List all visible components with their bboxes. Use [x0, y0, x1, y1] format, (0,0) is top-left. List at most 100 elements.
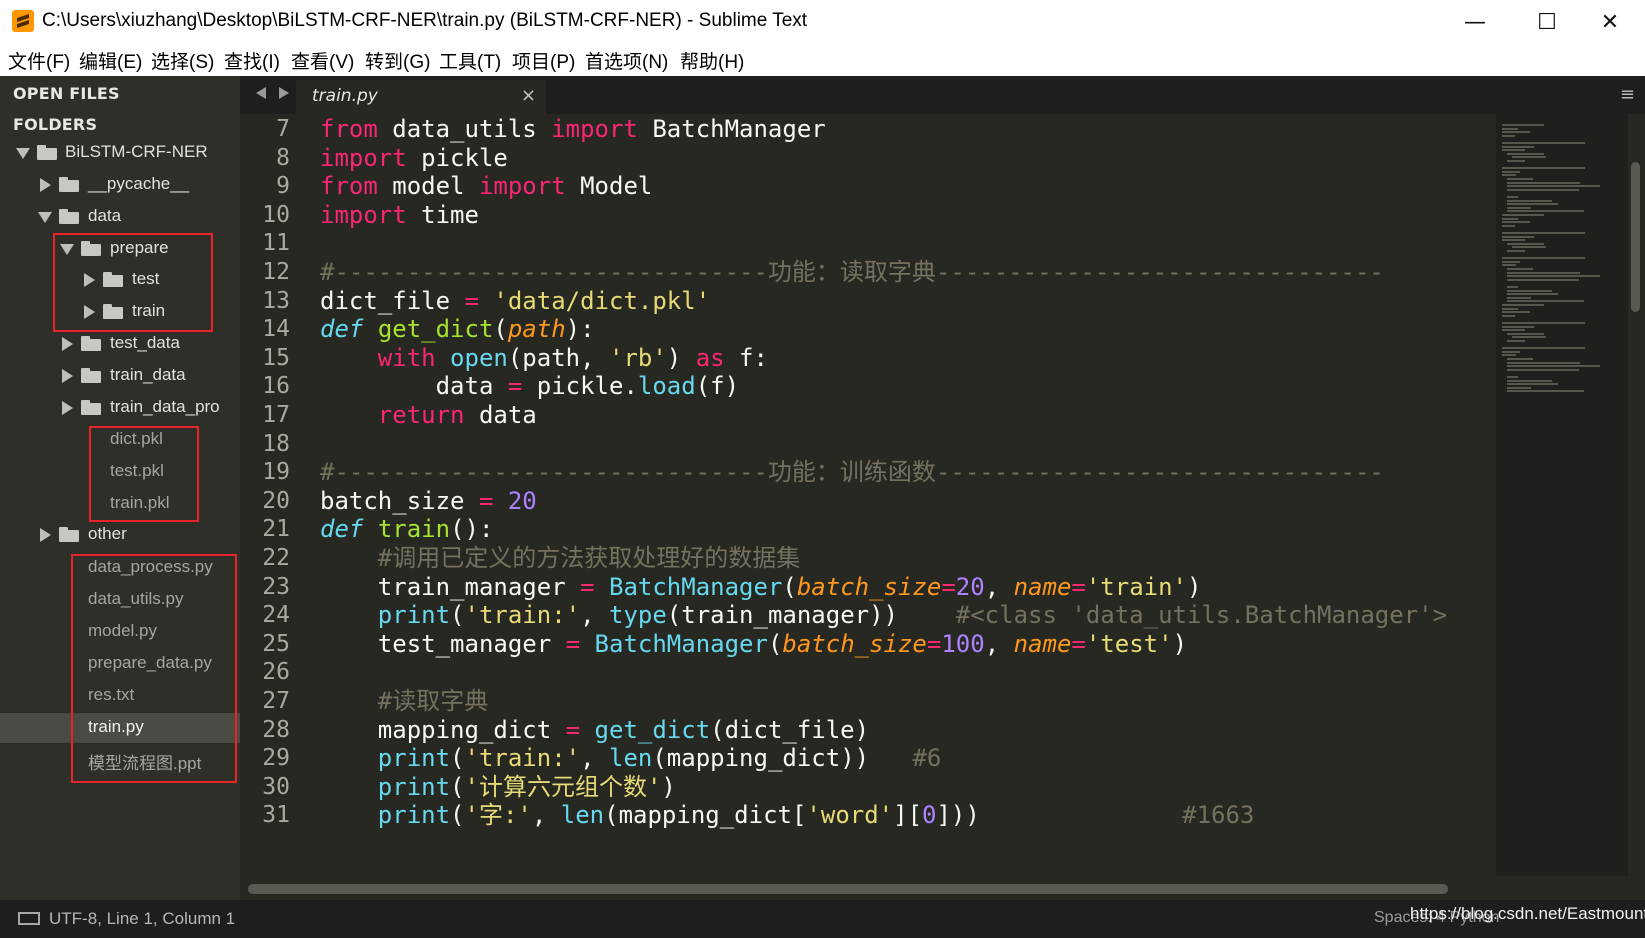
- horizontal-scrollbar[interactable]: [240, 876, 1628, 900]
- menu-help[interactable]: 帮助(H): [680, 47, 744, 74]
- line-number: 13: [262, 287, 290, 314]
- code-token: ): [1187, 572, 1202, 601]
- code-token: pickle: [406, 143, 508, 172]
- code-line[interactable]: return data: [320, 400, 537, 430]
- vertical-scrollbar[interactable]: [1628, 114, 1645, 876]
- code-line[interactable]: #------------------------------功能：训练函数--…: [320, 457, 1384, 487]
- menu-preferences[interactable]: 首选项(N): [585, 47, 668, 74]
- minimap-line: [1502, 325, 1535, 328]
- tree-folder-other[interactable]: other: [0, 520, 240, 550]
- menu-view[interactable]: 查看(V): [291, 47, 354, 74]
- chevron-right-icon[interactable]: [40, 178, 51, 192]
- watermark-url: https://blog.csdn.net/Eastmount: [1410, 904, 1645, 923]
- code-line[interactable]: dict_file = 'data/dict.pkl': [320, 286, 710, 316]
- tree-folder-pycache[interactable]: __pycache__: [0, 170, 240, 200]
- minimap-line: [1506, 296, 1531, 299]
- menu-file[interactable]: 文件(F): [8, 47, 70, 74]
- code-line[interactable]: print('train:', type(train_manager)) #<c…: [320, 600, 1447, 630]
- minimap-line: [1506, 390, 1584, 393]
- chevron-right-icon[interactable]: [40, 528, 51, 542]
- minimap-line: [1506, 152, 1544, 155]
- menu-selection[interactable]: 选择(S): [151, 47, 214, 74]
- menu-bar: 文件(F) 编辑(E) 选择(S) 查找(I) 查看(V) 转到(G) 工具(T…: [0, 44, 1645, 76]
- code-token: 'test': [1085, 629, 1173, 658]
- line-number: 9: [276, 173, 290, 200]
- code-token: test_manager: [320, 629, 566, 658]
- code-token: ): [1172, 629, 1188, 658]
- minimap-line: [1506, 188, 1579, 191]
- horizontal-scroll-thumb[interactable]: [248, 884, 1448, 894]
- panel-toggle-icon[interactable]: [18, 912, 40, 925]
- code-line[interactable]: print('计算六元组个数'): [320, 772, 676, 802]
- minimap-line: [1511, 156, 1547, 159]
- code-line[interactable]: from data_utils import BatchManager: [320, 114, 826, 144]
- code-token: ): [661, 772, 676, 801]
- code-token: def: [320, 515, 364, 544]
- code-line[interactable]: test_manager = BatchManager(batch_size=1…: [320, 629, 1187, 659]
- tab-bar: train.py × ≡: [240, 76, 1645, 114]
- tree-folder-test-data[interactable]: test_data: [0, 329, 240, 359]
- tree-folder-data[interactable]: data: [0, 202, 240, 232]
- minimap-line: [1502, 221, 1530, 224]
- code-line[interactable]: #调用已定义的方法获取处理好的数据集: [320, 543, 800, 573]
- chevron-down-icon[interactable]: [38, 212, 52, 223]
- vertical-scroll-thumb[interactable]: [1631, 162, 1640, 312]
- menu-edit[interactable]: 编辑(E): [79, 47, 142, 74]
- chevron-right-icon[interactable]: [62, 337, 73, 351]
- code-token: from: [320, 115, 378, 143]
- code-editor[interactable]: 7 from data_utils import BatchManager 8 imp…: [240, 114, 1496, 876]
- sublime-text-icon: [12, 10, 34, 32]
- chevron-right-icon[interactable]: [62, 401, 73, 415]
- tree-folder-train-data[interactable]: train_data: [0, 361, 240, 391]
- maximize-button[interactable]: ☐: [1512, 0, 1582, 44]
- folder-icon: [59, 177, 79, 192]
- title-bar: C:\Users\xiuzhang\Desktop\BiLSTM-CRF-NER…: [0, 0, 1645, 44]
- menu-tools[interactable]: 工具(T): [439, 47, 501, 74]
- chevron-right-icon[interactable]: [62, 369, 73, 383]
- code-line[interactable]: print('train:', len(mapping_dict)) #6: [320, 743, 942, 773]
- chevron-down-icon[interactable]: [16, 148, 30, 159]
- line-number: 12: [262, 259, 290, 285]
- minimap-line: [1506, 275, 1601, 278]
- code-token: batch_size: [320, 486, 479, 515]
- line-number: 7: [276, 116, 290, 142]
- code-line[interactable]: def get_dict(path):: [320, 314, 595, 344]
- code-token: =: [926, 629, 942, 658]
- code-line[interactable]: #读取字典: [320, 686, 488, 716]
- code-token: #读取字典: [377, 687, 489, 715]
- close-icon[interactable]: ×: [521, 85, 536, 106]
- minimap[interactable]: [1496, 114, 1628, 876]
- tab-train-py[interactable]: train.py ×: [296, 80, 546, 114]
- minimap-line: [1502, 127, 1518, 130]
- minimize-button[interactable]: —: [1440, 0, 1510, 44]
- code-token: =: [1071, 572, 1086, 601]
- menu-find[interactable]: 查找(I): [224, 47, 280, 74]
- tree-folder-bilstm-crf-ner[interactable]: BiLSTM-CRF-NER: [0, 138, 240, 168]
- code-line[interactable]: batch_size = 20: [320, 486, 537, 516]
- hamburger-menu-icon[interactable]: ≡: [1620, 84, 1635, 105]
- code-line[interactable]: def train():: [320, 514, 493, 544]
- code-line[interactable]: #------------------------------功能：读取字典--…: [320, 257, 1384, 287]
- menu-goto[interactable]: 转到(G): [365, 47, 430, 74]
- close-window-button[interactable]: ✕: [1575, 0, 1645, 44]
- tab-forward-arrow-icon[interactable]: [279, 87, 289, 99]
- code-line[interactable]: data = pickle.load(f): [320, 371, 739, 401]
- tree-folder-train-data-pro[interactable]: train_data_pro: [0, 393, 240, 423]
- code-line[interactable]: import time: [320, 200, 479, 230]
- tab-back-arrow-icon[interactable]: [256, 87, 266, 99]
- window-title: C:\Users\xiuzhang\Desktop\BiLSTM-CRF-NER…: [42, 10, 808, 31]
- menu-project[interactable]: 项目(P): [512, 47, 575, 74]
- code-line[interactable]: with open(path, 'rb') as f:: [320, 343, 768, 373]
- code-line[interactable]: import pickle: [320, 143, 508, 173]
- minimap-line: [1506, 196, 1518, 198]
- code-line[interactable]: print('字:', len(mapping_dict['word'][0])…: [320, 800, 1255, 830]
- code-line[interactable]: mapping_dict = get_dict(dict_file): [320, 715, 869, 745]
- code-token: batch_size: [796, 572, 942, 601]
- code-line[interactable]: from model import Model: [320, 171, 652, 201]
- line-number: 18: [262, 430, 290, 457]
- code-token: =: [565, 629, 581, 658]
- code-token: 'data/dict.pkl': [493, 286, 711, 315]
- code-line[interactable]: train_manager = BatchManager(batch_size=…: [320, 572, 1202, 602]
